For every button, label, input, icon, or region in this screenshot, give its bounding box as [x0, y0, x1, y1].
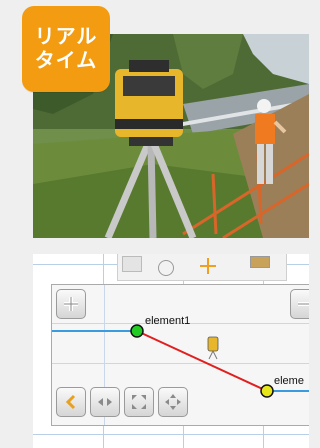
element2-node [260, 384, 274, 398]
plus-icon [64, 297, 78, 311]
plus-icon[interactable] [198, 256, 218, 276]
fit-icon [132, 395, 146, 409]
app-screen: element1 eleme [33, 254, 309, 448]
back-button[interactable] [56, 387, 86, 417]
back-arrow-icon [65, 394, 76, 410]
minus-icon [298, 302, 309, 306]
realtime-badge: リアル タイム [22, 6, 110, 92]
collapse-icon [98, 398, 112, 406]
rect-icon[interactable] [122, 256, 142, 272]
fit-button[interactable] [124, 387, 154, 417]
collapse-button[interactable] [90, 387, 120, 417]
badge-line2: タイム [34, 50, 98, 72]
zoom-in-button[interactable] [56, 289, 86, 319]
circle-icon[interactable] [158, 260, 174, 276]
element2-label: eleme [274, 375, 304, 387]
badge-line1: リアル [34, 26, 98, 48]
zoom-out-button[interactable] [290, 289, 309, 319]
element1-node [130, 324, 144, 338]
move-icon [165, 394, 181, 410]
drawing-canvas[interactable]: element1 eleme [51, 284, 309, 426]
tag-icon[interactable] [250, 256, 270, 268]
move-button[interactable] [158, 387, 188, 417]
element1-label: element1 [145, 315, 191, 327]
top-toolbar [117, 254, 287, 281]
